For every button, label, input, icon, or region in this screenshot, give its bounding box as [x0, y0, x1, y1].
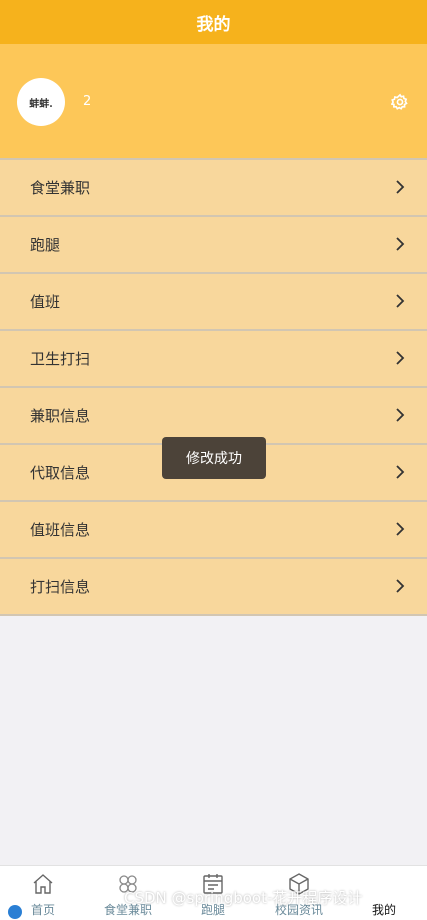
menu-item-label: 卫生打扫 [30, 350, 91, 368]
avatar[interactable]: 蚌蚌. [17, 78, 65, 126]
gear-icon[interactable] [391, 93, 409, 111]
menu-item-duty[interactable]: 值班 [0, 272, 427, 329]
menu-item-label: 打扫信息 [30, 578, 91, 596]
menu-item-duty-info[interactable]: 值班信息 [0, 500, 427, 557]
menu-item-errand[interactable]: 跑腿 [0, 215, 427, 272]
toast-text: 修改成功 [186, 451, 242, 467]
home-icon [33, 874, 53, 894]
menu-item-label: 食堂兼职 [30, 179, 91, 197]
chevron-right-icon [396, 294, 405, 308]
menu-item-label: 值班信息 [30, 521, 91, 539]
menu-item-label: 跑腿 [30, 236, 61, 254]
toast-message: 修改成功 [162, 437, 266, 479]
username: 2 [83, 94, 92, 109]
menu-item-cleaning-info[interactable]: 打扫信息 [0, 557, 427, 616]
chevron-right-icon [396, 579, 405, 593]
menu-item-canteen[interactable]: 食堂兼职 [0, 158, 427, 215]
header-bar: 我的 [0, 0, 427, 44]
menu-list: 食堂兼职 跑腿 值班 卫生打扫 兼职信息 代取信息 值班信息 打扫信息 [0, 158, 427, 616]
floating-dot[interactable] [8, 905, 22, 919]
menu-item-label: 代取信息 [30, 464, 91, 482]
avatar-text: 蚌蚌. [29, 98, 53, 110]
menu-item-parttime-info[interactable]: 兼职信息 [0, 386, 427, 443]
menu-item-label: 值班 [30, 293, 61, 311]
chevron-right-icon [396, 237, 405, 251]
menu-item-label: 兼职信息 [30, 407, 91, 425]
chevron-right-icon [396, 351, 405, 365]
user-icon [375, 875, 393, 894]
chevron-right-icon [396, 408, 405, 422]
chevron-right-icon [396, 522, 405, 536]
menu-item-cleaning[interactable]: 卫生打扫 [0, 329, 427, 386]
chevron-right-icon [396, 465, 405, 479]
watermark: CSDN @springboot-花开程序设计 [124, 889, 363, 907]
chevron-right-icon [396, 180, 405, 194]
profile-section: 蚌蚌. 2 [0, 44, 427, 158]
page-title: 我的 [196, 14, 231, 35]
